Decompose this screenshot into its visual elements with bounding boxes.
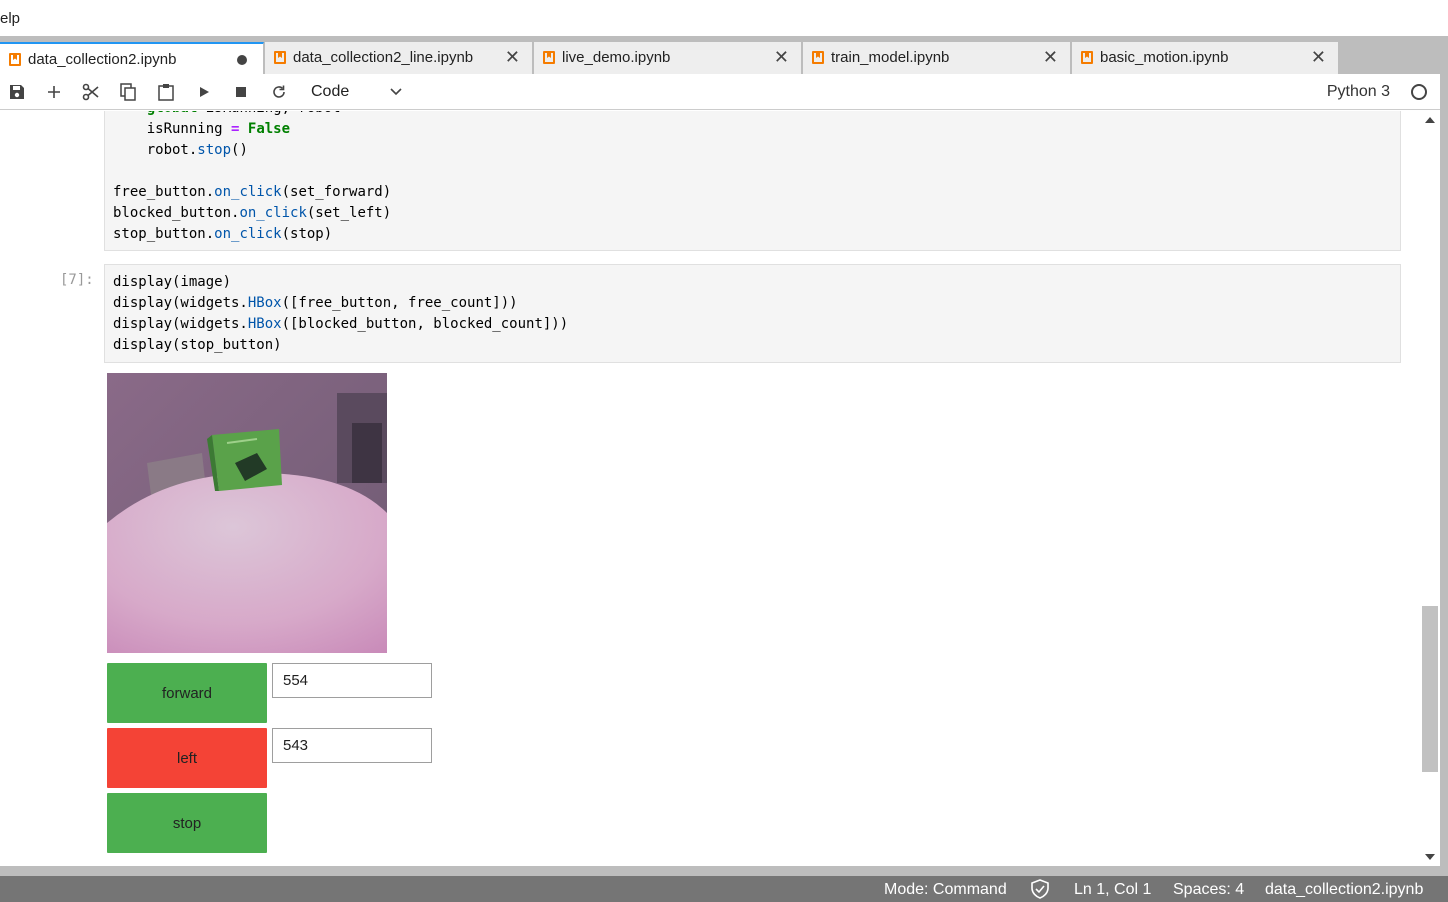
notebook-icon xyxy=(543,51,555,64)
code-line: stop_button.on_click(stop) xyxy=(113,226,333,242)
forward-count-field[interactable]: 554 xyxy=(272,663,432,698)
unsaved-dot-icon[interactable] xyxy=(237,55,247,65)
kernel-name[interactable]: Python 3 xyxy=(1327,83,1390,101)
status-bar: Mode: Command Ln 1, Col 1 Spaces: 4 data… xyxy=(0,866,1448,902)
tab-data-collection2[interactable]: data_collection2.ipynb xyxy=(0,42,264,74)
vertical-scrollbar[interactable] xyxy=(1420,111,1440,866)
code-cell[interactable]: display(image) display(widgets.HBox([free… xyxy=(104,264,1401,363)
status-indentation[interactable]: Spaces: 4 xyxy=(1173,881,1244,899)
code-line: isRunning = False xyxy=(113,121,291,137)
tab-label: data_collection2.ipynb xyxy=(28,51,177,68)
tab-bar: data_collection2.ipynb data_collection2_… xyxy=(0,36,1448,74)
notebook-toolbar: Code Python 3 xyxy=(0,74,1440,110)
stop-icon[interactable] xyxy=(230,81,252,103)
chevron-down-icon xyxy=(389,84,403,103)
cut-icon[interactable] xyxy=(80,81,102,103)
run-icon[interactable] xyxy=(193,81,215,103)
code-line: display(widgets.HBox([blocked_button, bl… xyxy=(113,316,569,332)
tab-basic-motion[interactable]: basic_motion.ipynb ✕ xyxy=(1072,42,1339,74)
code-line: display(image) xyxy=(113,274,232,290)
notebook-icon xyxy=(9,53,21,66)
panel-edge xyxy=(1440,74,1448,866)
code-line: display(stop_button) xyxy=(113,337,282,353)
save-icon[interactable] xyxy=(6,81,28,103)
tab-train-model[interactable]: train_model.ipynb ✕ xyxy=(803,42,1071,74)
scroll-up-icon[interactable] xyxy=(1425,117,1435,123)
status-cursor-position[interactable]: Ln 1, Col 1 xyxy=(1074,881,1151,899)
tab-live-demo[interactable]: live_demo.ipynb ✕ xyxy=(534,42,802,74)
shield-check-icon[interactable] xyxy=(1030,879,1050,902)
tab-label: data_collection2_line.ipynb xyxy=(293,49,474,66)
close-icon[interactable]: ✕ xyxy=(1043,47,1058,67)
scroll-down-icon[interactable] xyxy=(1425,854,1435,860)
left-count-field[interactable]: 543 xyxy=(272,728,432,763)
notebook-panel: global isRunning, robot isRunning = Fals… xyxy=(0,111,1420,866)
scrollbar-thumb[interactable] xyxy=(1422,606,1438,772)
add-icon[interactable] xyxy=(43,81,65,103)
copy-icon[interactable] xyxy=(117,81,139,103)
code-line: robot.stop() xyxy=(113,142,248,158)
cell-prompt: [7]: xyxy=(60,272,94,288)
status-separator xyxy=(0,866,1448,876)
notebook-icon xyxy=(274,51,286,64)
tab-label: train_model.ipynb xyxy=(831,49,950,66)
close-icon[interactable]: ✕ xyxy=(505,47,520,67)
tab-data-collection2-line[interactable]: data_collection2_line.ipynb ✕ xyxy=(265,42,533,74)
cell-type-select[interactable]: Code xyxy=(305,81,405,103)
code-line: display(widgets.HBox([free_button, free_… xyxy=(113,295,518,311)
tab-label: basic_motion.ipynb xyxy=(1100,49,1229,66)
kernel-idle-icon xyxy=(1411,84,1427,100)
status-mode[interactable]: Mode: Command xyxy=(884,881,1007,899)
stop-button[interactable]: stop xyxy=(107,793,267,853)
notebook-icon xyxy=(1081,51,1093,64)
status-filename[interactable]: data_collection2.ipynb xyxy=(1265,881,1423,899)
code-line: free_button.on_click(set_forward) xyxy=(113,184,392,200)
cell-type-label: Code xyxy=(311,83,350,100)
forward-button[interactable]: forward xyxy=(107,663,267,723)
menu-help[interactable]: elp xyxy=(0,10,20,27)
menu-bar: elp xyxy=(0,0,1448,36)
restart-icon[interactable] xyxy=(268,81,290,103)
left-button[interactable]: left xyxy=(107,728,267,788)
camera-image xyxy=(107,373,387,653)
code-line: blocked_button.on_click(set_left) xyxy=(113,205,392,221)
notebook-icon xyxy=(812,51,824,64)
close-icon[interactable]: ✕ xyxy=(774,47,789,67)
tab-label: live_demo.ipynb xyxy=(562,49,671,66)
close-icon[interactable]: ✕ xyxy=(1311,47,1326,67)
code-line: global isRunning, robot xyxy=(113,111,1392,119)
paste-icon[interactable] xyxy=(155,81,177,103)
code-cell[interactable]: global isRunning, robot isRunning = Fals… xyxy=(104,111,1401,251)
